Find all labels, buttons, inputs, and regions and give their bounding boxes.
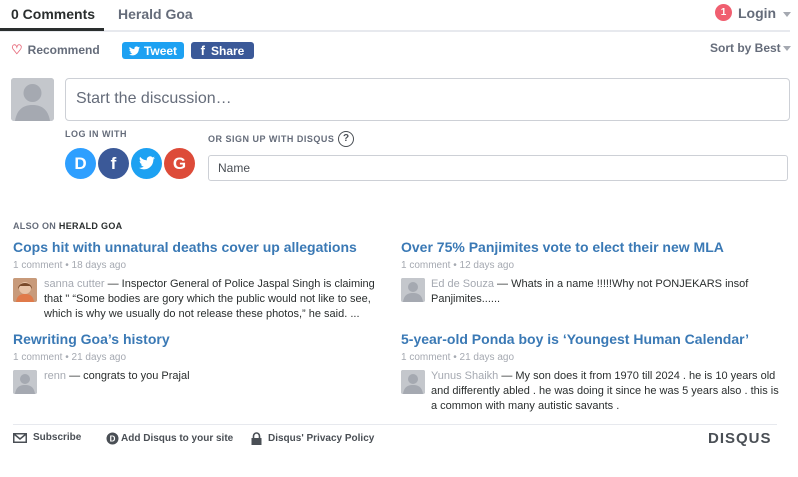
disqus-logo[interactable]: DISQUS	[708, 430, 772, 447]
sort-chevron-down-icon[interactable]	[783, 46, 791, 51]
facebook-icon: f	[200, 43, 205, 58]
add-disqus-link[interactable]: D Add Disqus to your site	[106, 432, 233, 445]
also-on-site: HERALD GOA	[58, 221, 123, 231]
twitter-bird-icon	[138, 156, 155, 170]
header-divider	[0, 30, 790, 32]
name-field[interactable]	[208, 155, 788, 181]
comment-excerpt[interactable]: Yunus Shaikh — My son does it from 1970 …	[431, 369, 781, 414]
comment-excerpt[interactable]: renn — congrats to you Prajal	[44, 369, 389, 384]
commenter-avatar[interactable]	[13, 370, 37, 394]
also-on-prefix: ALSO ON	[13, 221, 57, 231]
article-meta: 1 comment • 21 days ago	[13, 352, 127, 363]
default-avatar-icon	[401, 370, 425, 394]
default-avatar-icon	[13, 370, 37, 394]
notification-badge[interactable]: 1	[715, 4, 732, 21]
signup-with-label: OR SIGN UP WITH DISQUS	[208, 134, 335, 144]
subscribe-link[interactable]: Subscribe	[13, 432, 81, 443]
comment-excerpt[interactable]: sanna cutter — Inspector General of Poli…	[44, 277, 389, 322]
tweet-button[interactable]: Tweet	[122, 42, 184, 59]
also-on-heading: ALSO ON HERALD GOA	[13, 221, 122, 231]
article-title[interactable]: Over 75% Panjimites vote to elect their …	[401, 239, 724, 255]
commenter-avatar[interactable]	[401, 370, 425, 394]
facebook-login-icon[interactable]: f	[98, 148, 129, 179]
user-avatar	[11, 78, 54, 121]
privacy-policy-link[interactable]: Disqus' Privacy Policy	[251, 432, 374, 445]
tab-comments[interactable]: 0 Comments	[11, 6, 95, 22]
comment-author[interactable]: Ed de Souza	[431, 278, 494, 290]
share-button[interactable]: f Share	[191, 42, 254, 59]
login-with-label: LOG IN WITH	[65, 129, 127, 139]
disqus-login-icon[interactable]: D	[65, 148, 96, 179]
subscribe-label: Subscribe	[33, 432, 82, 443]
comment-author[interactable]: sanna cutter	[44, 278, 105, 290]
chevron-down-icon[interactable]	[783, 12, 791, 17]
privacy-label: Disqus' Privacy Policy	[268, 433, 375, 444]
article-meta: 1 comment • 12 days ago	[401, 260, 515, 271]
active-tab-indicator	[0, 28, 104, 31]
share-label: Share	[210, 43, 245, 58]
composer-placeholder: Start the discussion…	[76, 90, 232, 107]
google-login-icon[interactable]: G	[164, 148, 195, 179]
svg-text:D: D	[110, 435, 116, 444]
default-avatar-icon	[11, 78, 54, 121]
comment-author[interactable]: Yunus Shaikh	[431, 370, 498, 382]
recommend-label: Recommend	[27, 43, 100, 57]
comment-text: — congrats to you Prajal	[66, 370, 190, 382]
heart-icon: ♡	[11, 42, 23, 57]
comment-author[interactable]: renn	[44, 370, 66, 382]
envelope-icon	[13, 432, 27, 443]
sort-dropdown[interactable]: Sort by Best	[710, 41, 781, 55]
article-meta: 1 comment • 21 days ago	[401, 352, 515, 363]
footer-divider	[13, 424, 777, 425]
article-meta: 1 comment • 18 days ago	[13, 260, 127, 271]
login-button[interactable]: Login	[738, 5, 776, 21]
lock-icon	[251, 432, 262, 445]
tweet-label: Tweet	[143, 43, 178, 58]
recommend-button[interactable]: ♡ Recommend	[11, 42, 100, 58]
default-avatar-icon	[401, 278, 425, 302]
commenter-avatar[interactable]	[401, 278, 425, 302]
twitter-bird-icon	[128, 45, 140, 55]
tab-site[interactable]: Herald Goa	[118, 6, 193, 22]
help-icon[interactable]: ?	[338, 131, 354, 147]
disqus-d-icon: D	[106, 432, 119, 445]
article-title[interactable]: Rewriting Goa’s history	[13, 331, 170, 347]
article-title[interactable]: 5-year-old Ponda boy is ‘Youngest Human …	[401, 331, 749, 347]
article-title[interactable]: Cops hit with unnatural deaths cover up …	[13, 239, 357, 255]
photo-avatar-icon	[13, 278, 37, 302]
twitter-login-icon[interactable]	[131, 148, 162, 179]
commenter-avatar[interactable]	[13, 278, 37, 302]
add-disqus-label: Add Disqus to your site	[121, 433, 234, 444]
comment-excerpt[interactable]: Ed de Souza — Whats in a name !!!!!Why n…	[431, 277, 781, 307]
